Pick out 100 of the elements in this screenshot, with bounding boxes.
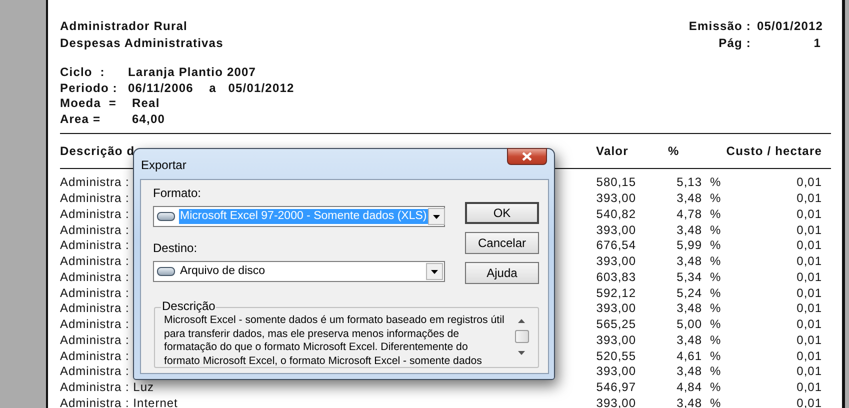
table-cell-text: 0,01 [796,175,823,192]
column-header: Valor [596,143,630,160]
column-header: Custo / hectare [725,143,823,160]
table-cell-text: 3,48 [676,222,702,238]
table-cell: Administra : [60,348,130,364]
dialog-button[interactable]: Cancelar [465,232,539,254]
meta-value: 1 [812,34,822,51]
table-cell-text: % [709,238,722,254]
table-cell: 393,00 [596,364,636,380]
table-cell-text: 0,01 [796,348,823,364]
dialog-title: Exportar [141,157,186,174]
table-cell: 592,12 [596,286,636,302]
table-cell: 565,25 [596,317,636,333]
table-cell-text: 0,01 [796,254,823,270]
table-cell-text: 0,01 [796,270,823,286]
table-cell-text: 5,99 [676,238,702,254]
dropdown-value: Arquivo de disco [179,264,266,279]
table-cell: 393,00 [596,191,636,207]
table-cell-text: 4,61 [676,348,702,364]
meta-label: Emissão : [688,18,751,34]
table-cell: 540,82 [596,206,636,223]
table-cell-text: % [709,364,722,380]
dialog-button[interactable]: OK [465,202,539,224]
scroll-thumb[interactable] [514,330,528,343]
table-cell-text: 0,01 [796,332,823,349]
column-header: Descrição d [60,143,135,160]
table-cell: Administra : [60,364,130,380]
close-icon [522,152,532,161]
table-cell: Administra : [60,286,130,302]
table-cell: Administra : [60,175,130,192]
table-cell: 393,00 [596,222,636,238]
table-cell-text: 0,01 [796,380,823,396]
table-cell-text: 0,01 [796,191,823,207]
caret-icon [432,214,440,218]
table-cell: Administra : Luz [60,380,154,396]
table-cell: Administra : [60,191,130,207]
table-cell: 393,00 [596,254,636,270]
dropdown-value: Microsoft Excel 97-2000 - Somente dados (XLS) [179,209,428,224]
destination-label: Destino: [153,241,198,256]
table-cell: 580,15 [596,175,636,192]
field-label: Area = [60,112,102,128]
table-cell: Administra : [60,254,130,270]
table-cell: Administra : [60,206,130,223]
meta-value: 05/01/2012 [757,18,824,34]
table-cell-text: 5,24 [676,286,702,302]
table-cell-text: 4,84 [676,380,702,396]
table-cell: 520,55 [596,348,636,364]
table-cell-text: 4,78 [676,206,702,223]
column-header: % [667,143,680,160]
table-cell: Administra : Internet [60,396,178,408]
drive-icon [157,267,175,276]
caret-icon [431,270,438,274]
dropdown-arrow-button[interactable] [428,208,445,225]
table-cell: 676,54 [596,238,636,254]
table-cell: Administra : [60,332,130,349]
close-button[interactable] [507,148,547,165]
company-name: Administrador Rural [60,18,188,34]
field-label: Periodo : [60,80,118,96]
table-cell-text: 0,01 [796,317,823,333]
table-cell: Administra : [60,301,130,318]
table-cell-text: % [709,254,722,270]
table-cell-text: 0,01 [796,301,823,318]
table-cell-text: 3,48 [676,364,702,380]
table-cell-text: % [709,191,722,207]
table-cell: 603,83 [596,270,636,286]
table-cell-text: 0,01 [796,286,823,302]
scroll-up-icon[interactable] [518,319,525,323]
report-title: Despesas Administrativas [60,34,224,51]
field-label: Ciclo : [60,65,106,81]
table-cell: Administra : [60,317,130,333]
table-cell-text: % [709,175,722,192]
scroll-down-icon[interactable] [518,351,525,355]
table-cell-text: 0,01 [796,222,823,238]
field-value: Real [131,96,161,112]
field-value: Laranja Plantio 2007 [128,65,258,81]
table-cell-text: 3,48 [676,254,702,270]
description-text: Microsoft Excel - somente dados é um formato baseado em registros útil para transferir dados, mas ele preserva menos informações de formatação do que o formato Microsoft Excel. Diferentemente do formato Microsoft Excel, o formato Microsoft Excel - somente dados [164,314,504,368]
table-cell-text: % [709,332,722,349]
table-cell: Administra : [60,222,130,238]
field-value: 06/11/2006 a 05/01/2012 [128,80,294,96]
table-cell-text: 5,13 [676,175,702,192]
table-cell: 546,97 [596,380,636,396]
meta-label: Pág : [718,34,751,51]
table-cell-text: % [709,286,722,302]
table-cell-text: % [709,380,722,396]
table-cell-text: % [709,317,722,333]
table-cell-text: % [709,301,722,318]
table-cell-text: % [709,270,722,286]
table-cell-text: 0,01 [796,206,823,223]
field-value: 64,00 [131,112,166,128]
dropdown[interactable]: Arquivo de disco [153,261,445,282]
table-cell-text: % [709,348,722,364]
field-label: Moeda = [60,96,118,112]
description-label: Descrição [161,300,216,313]
dialog-button[interactable]: Ajuda [465,262,539,284]
format-label: Formato: [153,186,202,201]
table-cell-text: 3,48 [676,332,702,349]
table-cell-text: 0,01 [796,364,823,380]
table-cell: Administra : [60,238,130,254]
dropdown-arrow-button[interactable] [426,263,443,280]
